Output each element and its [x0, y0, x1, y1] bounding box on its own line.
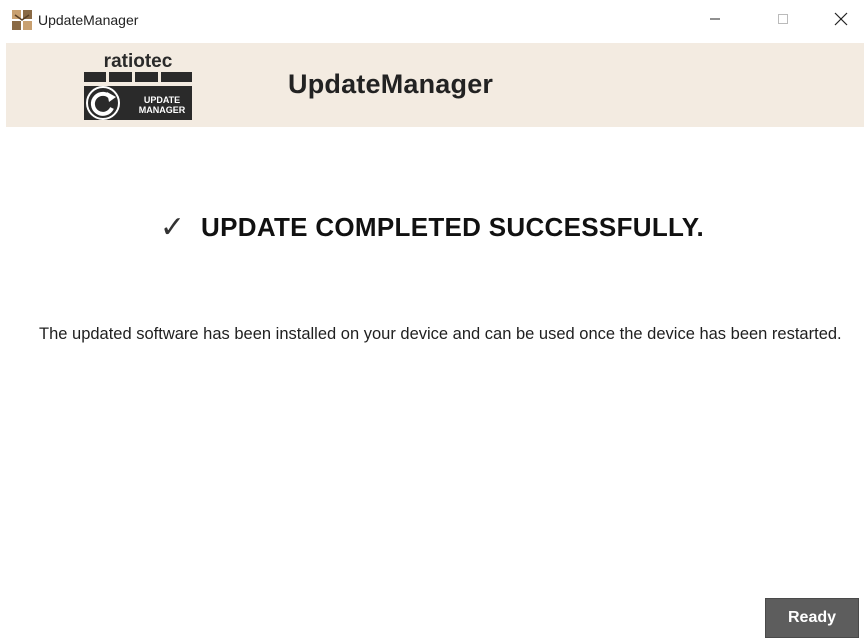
title-bar: UpdateManager — [0, 0, 864, 42]
ready-button[interactable]: Ready — [765, 598, 859, 638]
checkmark-icon: ✓ — [159, 209, 186, 245]
ratiotec-logo: ratiotec UPDATE MANAGER — [76, 50, 200, 122]
svg-text:UPDATE: UPDATE — [144, 95, 180, 105]
banner-title: UpdateManager — [288, 69, 494, 99]
window-title: UpdateManager — [38, 12, 139, 28]
app-icon — [12, 10, 32, 30]
minimize-icon — [709, 12, 721, 30]
maximize-icon — [777, 12, 789, 30]
maximize-button[interactable] — [760, 0, 806, 42]
minimize-button[interactable] — [692, 0, 738, 42]
svg-text:ratiotec: ratiotec — [104, 51, 173, 72]
status-message: The updated software has been installed … — [39, 325, 842, 343]
svg-text:MANAGER: MANAGER — [139, 105, 186, 115]
status-heading: ✓ UPDATE COMPLETED SUCCESSFULLY. — [0, 212, 864, 243]
header-banner: ratiotec UPDATE MANAGER UpdateManager — [6, 43, 864, 127]
update-manager-window: UpdateManager ratiotec UPDATE MANAGER Up… — [0, 0, 864, 641]
close-icon — [834, 12, 848, 31]
close-button[interactable] — [818, 0, 864, 42]
status-text: UPDATE COMPLETED SUCCESSFULLY. — [201, 212, 705, 242]
